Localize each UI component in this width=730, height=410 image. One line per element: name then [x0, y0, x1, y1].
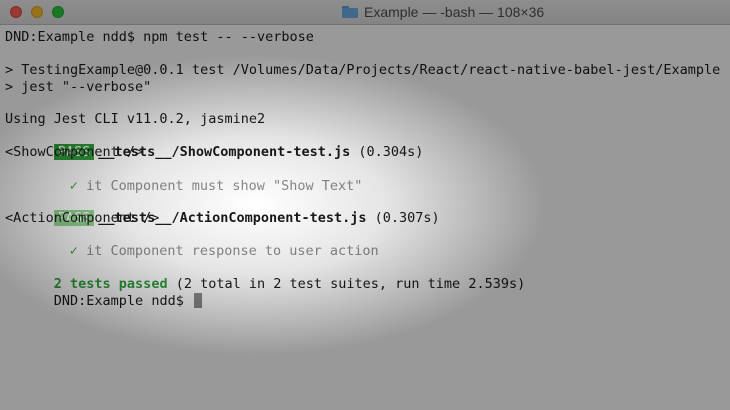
window-title: Example — -bash — 108×36 [342, 4, 544, 20]
component-line: <ShowComponent /> [5, 144, 144, 160]
check-icon: ✓ [69, 243, 78, 259]
command-line: DND:Example ndd$ npm test -- --verbose [5, 29, 314, 45]
test-case-line: ✓ it Component must show "Show Text" [21, 161, 363, 194]
terminal-window: Example — -bash — 108×36 DND:Example ndd… [0, 0, 730, 410]
suite-time: (0.304s) [358, 144, 424, 160]
test-case-line: ✓ it Component response to user action [21, 226, 379, 259]
text-cursor[interactable] [193, 293, 202, 308]
script-line: > TestingExample@0.0.1 test /Volumes/Dat… [5, 62, 721, 78]
suite-result-line: PASS __tests__/ActionComponent-test.js (0… [5, 193, 440, 226]
script-line: > jest "--verbose" [5, 79, 152, 95]
close-window-button[interactable] [10, 6, 22, 18]
suite-time: (0.307s) [374, 210, 440, 226]
component-line: <ActionComponent /> [5, 210, 160, 226]
suite-result-line: PASS __tests__/ShowComponent-test.js (0.3… [5, 127, 423, 160]
folder-icon [342, 6, 358, 18]
summary-line: 2 tests passed (2 total in 2 test suites… [5, 259, 525, 292]
test-case-text: it Component response to user action [86, 243, 379, 259]
window-title-text: Example — -bash — 108×36 [364, 4, 545, 20]
check-icon: ✓ [69, 178, 78, 194]
test-case-text: it Component must show "Show Text" [86, 178, 363, 194]
title-bar: Example — -bash — 108×36 [0, 0, 730, 25]
minimize-window-button[interactable] [31, 6, 43, 18]
final-prompt-line: DND:Example ndd$ [5, 276, 202, 309]
zoom-window-button[interactable] [52, 6, 64, 18]
summary-details: (2 total in 2 test suites, run time 2.53… [175, 276, 526, 292]
jest-info-line: Using Jest CLI v11.0.2, jasmine2 [5, 111, 266, 127]
terminal-output[interactable]: DND:Example ndd$ npm test -- --verbose >… [0, 25, 730, 410]
final-prompt: DND:Example ndd$ [53, 293, 184, 309]
